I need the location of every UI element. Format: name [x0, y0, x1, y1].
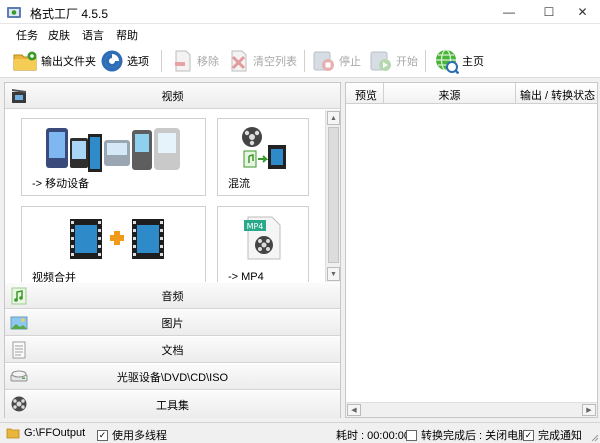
close-icon: ✕ — [577, 5, 588, 19]
menu-task[interactable]: 任务 — [16, 27, 38, 43]
options-button[interactable]: 选项 — [100, 48, 149, 74]
category-audio-label: 音频 — [161, 290, 184, 303]
scroll-up-arrow-icon[interactable]: ▲ — [327, 111, 340, 125]
folder-icon — [13, 51, 37, 71]
tile-mux-label: 混流 — [228, 178, 250, 190]
after-convert-check-icon — [406, 429, 417, 441]
tile-mp4-label: -> MP4 — [228, 271, 264, 282]
category-video-label: 视频 — [161, 90, 184, 103]
scroll-thumb[interactable] — [328, 127, 339, 263]
mobile-devices-icon — [46, 128, 180, 172]
after-convert-label: 转换完成后 : 关闭电脑 — [421, 430, 530, 442]
home-button[interactable]: 主页 — [433, 48, 484, 74]
category-toolbox[interactable]: 工具集 — [5, 391, 340, 418]
tile-video-join-label: 视频合并 — [32, 272, 76, 282]
function-grid-scrollbar[interactable]: ▲ ▼ — [325, 110, 340, 282]
category-audio[interactable]: 音频 — [5, 283, 340, 309]
menu-bar: 任务 皮肤 语言 帮助 — [0, 24, 600, 44]
task-list-panel: 预览 来源 输出 / 转换状态 ◀ ▶ — [345, 82, 598, 418]
document-icon — [12, 341, 26, 359]
picture-icon — [10, 316, 28, 330]
start-button[interactable]: 开始 — [369, 48, 418, 74]
stop-button[interactable]: 停止 — [312, 48, 361, 74]
multithread-check-icon: ✓ — [97, 429, 108, 441]
menu-help[interactable]: 帮助 — [116, 27, 138, 43]
output-folder-button[interactable]: 输出文件夹 — [12, 48, 96, 74]
column-source[interactable]: 来源 — [384, 83, 516, 104]
tile-mp4[interactable]: MP4 -> MP4 — [217, 206, 309, 282]
multithread-label: 使用多线程 — [112, 430, 167, 442]
output-path-text: G:\FFOutput — [24, 427, 86, 439]
remove-label: 移除 — [197, 56, 219, 68]
stop-icon — [313, 51, 334, 71]
category-disc-label: 光驱设备\DVD\CD\ISO — [116, 371, 229, 384]
toolbar-divider — [161, 50, 162, 72]
notify-checkbox[interactable]: ✓ 完成通知 — [523, 427, 582, 443]
column-output-status[interactable]: 输出 / 转换状态 — [516, 83, 597, 104]
home-label: 主页 — [462, 56, 484, 68]
category-document-label: 文档 — [161, 344, 184, 357]
video-function-grid: -> 移动设备 混流 视频合并 MP4 -> MP4 — [5, 110, 325, 282]
toolbar: 输出文件夹 选项 移除 清空列表 停止 开始 主页 — [0, 44, 600, 78]
after-convert-checkbox[interactable]: 转换完成后 : 关闭电脑 — [406, 427, 529, 443]
column-preview[interactable]: 预览 — [346, 83, 384, 104]
output-path[interactable]: G:\FFOutput — [6, 427, 85, 439]
remove-button[interactable]: 移除 — [172, 48, 219, 74]
notify-check-icon: ✓ — [523, 429, 534, 441]
minimize-button[interactable]: — — [489, 0, 529, 24]
clear-list-icon — [231, 50, 247, 72]
scroll-right-arrow-icon[interactable]: ▶ — [582, 404, 596, 416]
folder-icon — [6, 428, 20, 439]
toolbar-divider — [304, 50, 305, 72]
close-button[interactable]: ✕ — [565, 0, 600, 24]
window-title: 格式工厂 4.5.5 — [30, 7, 109, 21]
clear-list-button[interactable]: 清空列表 — [228, 48, 297, 74]
category-toolbox-label: 工具集 — [156, 399, 189, 412]
scroll-left-arrow-icon[interactable]: ◀ — [347, 404, 361, 416]
minimize-icon: — — [503, 5, 515, 19]
menu-skin[interactable]: 皮肤 — [48, 27, 70, 43]
status-bar: G:\FFOutput ✓ 使用多线程 耗时 : 00:00:00 转换完成后 … — [0, 422, 600, 443]
video-join-icon — [70, 219, 164, 259]
mp4-file-icon: MP4 — [244, 216, 281, 260]
tile-video-join[interactable]: 视频合并 — [21, 206, 206, 282]
start-label: 开始 — [396, 56, 418, 68]
toolbox-icon — [11, 396, 27, 412]
clear-list-label: 清空列表 — [253, 56, 297, 68]
category-video[interactable]: 视频 — [5, 83, 340, 109]
maximize-icon: ☐ — [543, 5, 555, 19]
elapsed-time-text: 耗时 : 00:00:00 — [336, 430, 410, 442]
home-globe-icon — [436, 49, 459, 74]
function-panel: 视频 -> 移动设备 混流 视频合并 MP4 -> MP4 ▲ ▼ 音频 图片 … — [4, 82, 341, 418]
output-folder-label: 输出文件夹 — [41, 56, 96, 68]
stop-label: 停止 — [339, 56, 361, 68]
options-gear-icon — [101, 50, 123, 72]
resize-grip-icon[interactable] — [589, 432, 599, 442]
optical-drive-icon — [10, 370, 28, 382]
app-logo-icon — [7, 7, 21, 18]
options-label: 选项 — [127, 56, 149, 68]
category-picture[interactable]: 图片 — [5, 310, 340, 336]
scroll-down-arrow-icon[interactable]: ▼ — [327, 267, 340, 281]
music-note-icon — [11, 287, 27, 305]
mp4-badge: MP4 — [247, 222, 264, 231]
tile-mobile-devices-label: -> 移动设备 — [32, 178, 90, 190]
film-clapper-icon — [12, 89, 26, 103]
notify-label: 完成通知 — [538, 430, 582, 442]
category-document[interactable]: 文档 — [5, 337, 340, 363]
category-disc[interactable]: 光驱设备\DVD\CD\ISO — [5, 364, 340, 390]
tile-mobile-devices[interactable]: -> 移动设备 — [21, 118, 206, 196]
remove-document-icon — [175, 50, 191, 72]
toolbar-divider — [425, 50, 426, 72]
elapsed-time: 耗时 : 00:00:00 — [336, 427, 410, 443]
mux-icon — [242, 127, 286, 169]
category-picture-label: 图片 — [161, 317, 184, 330]
task-list-scrollbar[interactable]: ◀ ▶ — [346, 402, 597, 417]
menu-language[interactable]: 语言 — [82, 27, 104, 43]
multithread-checkbox[interactable]: ✓ 使用多线程 — [97, 427, 167, 443]
title-bar: 格式工厂 4.5.5 — ☐ ✕ — [0, 0, 600, 24]
maximize-button[interactable]: ☐ — [529, 0, 569, 24]
start-icon — [370, 51, 391, 71]
tile-mux[interactable]: 混流 — [217, 118, 309, 196]
